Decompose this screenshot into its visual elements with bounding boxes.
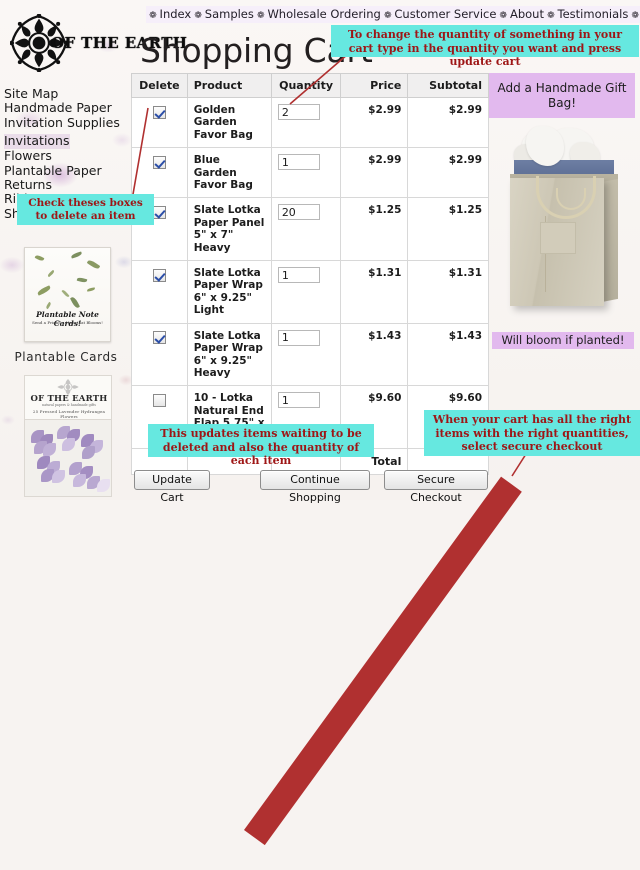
plantable-note-card-image: Plantable Note Cards! Send a Friend a No… [24,247,111,342]
flower-packet-header: OF THE EARTH natural papers & handmade g… [24,375,112,420]
cell-price: $1.25 [340,197,409,262]
cell-subtotal: $1.31 [407,260,489,324]
quantity-input[interactable] [277,267,320,284]
sidebar-item-plantable-paper[interactable]: Plantable Paper [4,163,136,178]
cell-subtotal: $2.99 [407,147,489,199]
bag-side-panel [602,178,618,302]
sidebar-item-flowers[interactable]: Flowers [4,148,136,163]
nav-bullet-icon: ❁ [149,11,157,21]
nav-item-index[interactable]: Index [160,7,192,21]
sidebar-item-site-map[interactable]: Site Map [4,86,136,101]
bag-gift-tag [540,222,576,254]
site-logo[interactable]: OF THE EARTH [4,14,187,76]
cell-price: $1.43 [340,322,409,387]
column-header-subtotal: Subtotal [407,73,489,98]
sidebar-item-handmade-paper[interactable]: Handmade Paper [4,100,136,115]
delete-checkbox[interactable] [152,268,166,282]
will-bloom-caption: Will bloom if planted! [492,332,634,349]
sidebar-product-plantable-cards[interactable]: Plantable Note Cards! Send a Friend a No… [24,247,111,348]
delete-checkbox[interactable] [152,393,166,407]
column-header-delete: Delete [131,73,188,98]
handmade-gift-bag-photo [496,126,628,322]
gift-bag-promo-banner[interactable]: Add a Handmade Gift Bag! [489,73,635,118]
nav-bullet-icon: ❁ [499,11,507,21]
delete-checkbox[interactable] [152,205,166,219]
cell-delete [131,260,188,324]
cell-price: $1.31 [340,260,409,324]
nav-bullet-icon: ❁ [256,11,265,21]
table-row: Slate Lotka Paper Wrap 6" x 9.25" Heavy $… [131,322,489,387]
nav-bullet-icon: ❁ [194,11,202,21]
cell-quantity [270,322,342,387]
cell-quantity [270,260,342,324]
sidebar-item-invitations[interactable]: Invitations [4,133,70,149]
nav-item-wholesale-ordering[interactable]: Wholesale Ordering [267,7,380,21]
cell-product-name: Slate Lotka Paper Wrap 6" x 9.25" Heavy [186,322,272,387]
table-row: Blue Garden Favor Bag $2.99$2.99 [131,147,489,199]
quantity-input[interactable] [277,392,320,409]
cell-delete [131,322,188,387]
thumb1-card-title: Plantable Note Cards! [36,310,99,328]
cell-price: $2.99 [340,147,409,199]
cell-subtotal: $1.25 [407,197,489,262]
callout-checkout-instructions: When your cart has all the right items w… [424,410,640,456]
nav-item-testimonials[interactable]: Testimonials [558,7,629,21]
callout-arrow-quantity [289,53,349,105]
cell-product-name: Slate Lotka Paper Panel 5" x 7" Heavy [186,197,272,262]
sidebar-product-pressed-flowers[interactable]: OF THE EARTH natural papers & handmade g… [24,375,112,497]
packet-wordmark-sub: natural papers & handmade gifts [42,403,96,407]
sidebar-item-invitation-supplies[interactable]: Invitation Supplies [4,115,136,130]
nav-bullet-icon: ❁ [631,11,639,21]
quantity-input[interactable] [277,329,320,346]
top-navigation: ❁ Index ❁ Samples ❁ Wholesale Ordering ❁ Custom… [146,6,640,23]
cell-quantity [270,197,342,262]
thumb1-card-subtitle: Send a Friend a Note that Blooms! [32,320,103,325]
cell-subtotal: $1.43 [407,322,489,387]
delete-checkbox[interactable] [152,331,166,345]
callout-arrow-delete [131,107,149,201]
cell-subtotal: $2.99 [407,96,489,149]
pressed-hydrangea-photo [24,420,112,497]
nav-bullet-icon: ❁ [546,11,555,21]
nav-item-customer-service[interactable]: Customer Service [394,7,496,21]
sidebar-product-label-plantable-cards: Plantable Cards [14,350,118,364]
cell-quantity [270,147,342,199]
callout-delete-instructions: Check theses boxes to delete an item [17,194,154,225]
sidebar-item-returns[interactable]: Returns [4,177,136,192]
cell-product-name: Golden Garden Favor Bag [186,96,272,149]
column-header-product: Product [186,73,272,98]
table-row: Slate Lotka Paper Wrap 6" x 9.25" Light $… [131,260,489,324]
callout-quantity-instructions: To change the quantity of something in y… [331,25,639,68]
cell-product-name: Slate Lotka Paper Wrap 6" x 9.25" Light [186,260,272,324]
callout-arrow-update [243,476,522,846]
nav-item-about[interactable]: About [510,7,544,21]
quantity-input[interactable] [277,154,320,171]
quantity-input[interactable] [277,204,320,221]
table-row: Slate Lotka Paper Panel 5" x 7" Heavy $1.… [131,197,489,262]
cell-product-name: Blue Garden Favor Bag [186,147,272,199]
nav-bullet-icon: ❁ [383,11,392,21]
packet-contents-text: 25 Pressed Lavender Hydrangea Flowers [32,409,106,419]
nav-item-samples[interactable]: Samples [205,7,254,21]
callout-update-instructions: This updates items waiting to be deleted… [148,424,374,467]
